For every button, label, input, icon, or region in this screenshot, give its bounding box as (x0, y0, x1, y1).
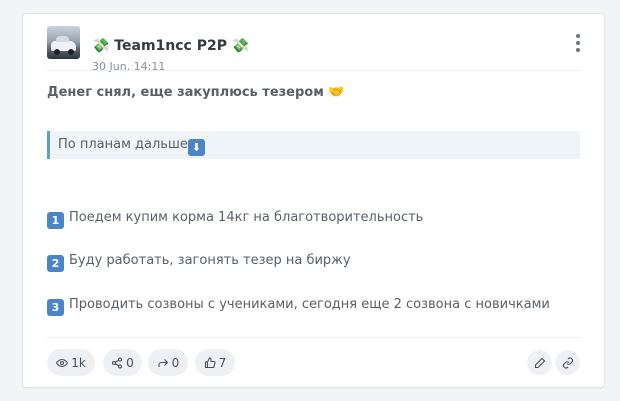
post-lead-text: Денег снял, еще закуплюсь тезером 🤝 (47, 85, 345, 100)
forwards-count: 0 (171, 355, 180, 370)
quote-text: По планам дальше (58, 137, 188, 152)
pencil-icon (534, 357, 545, 368)
list-item-text: Проводить созвоны с учениками, сегодня е… (69, 297, 550, 312)
list-item-text: Поедем купим корма 14кг на благотворител… (69, 210, 424, 225)
list-item-text: Буду работать, загонять тезер на биржу (69, 253, 351, 268)
post-header: 💸 Team1ncc P2P 💸 30 Jun, 14:11 (47, 26, 588, 73)
footer-divider (47, 337, 580, 338)
shares-stat[interactable]: 0 (103, 349, 142, 376)
list-item: 3 Проводить созвоны с учениками, сегодня … (47, 296, 550, 316)
number-badge: 1 (47, 212, 64, 229)
shares-count: 0 (126, 355, 134, 370)
share-nodes-icon (112, 356, 123, 369)
eye-icon (56, 358, 69, 367)
channel-avatar[interactable] (47, 26, 80, 59)
link-icon (562, 356, 573, 369)
copy-link-button[interactable] (555, 350, 580, 375)
down-arrow-emoji: ⬇ (187, 139, 205, 156)
number-badge: 2 (47, 255, 64, 272)
list-item: 1 Поедем купим корма 14кг на благотворите… (47, 209, 423, 229)
views-stat[interactable]: 1k (47, 349, 95, 376)
list-item: 2 Буду работать, загонять тезер на биржу (47, 252, 351, 272)
post-date: 30 Jun, 14:11 (92, 60, 166, 73)
reactions-count: 7 (218, 355, 227, 370)
thumbs-up-icon (204, 356, 216, 368)
reactions-stat[interactable]: 7 (195, 349, 235, 376)
post-quote: По планам дальше ⬇ (47, 131, 580, 159)
views-count: 1k (71, 355, 86, 370)
more-vertical-icon[interactable] (572, 34, 584, 52)
forward-arrow-icon (158, 358, 168, 367)
post-card: 💸 Team1ncc P2P 💸 30 Jun, 14:11 Денег сня… (22, 13, 605, 388)
forwards-stat[interactable]: 0 (148, 349, 188, 376)
post-footer: 1k 0 0 7 (47, 349, 580, 376)
edit-button[interactable] (527, 350, 552, 375)
channel-title[interactable]: 💸 Team1ncc P2P 💸 (92, 37, 249, 55)
number-badge: 3 (47, 299, 64, 316)
header-divider (47, 70, 580, 71)
